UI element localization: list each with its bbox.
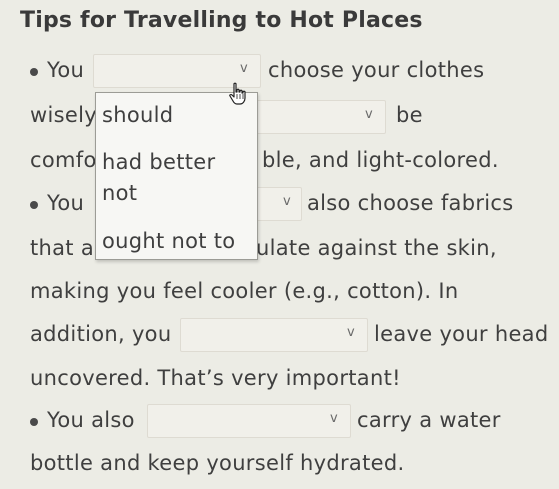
menu-option-ought-not-to[interactable]: ought not to (102, 229, 235, 253)
line7-prefix: addition, you (30, 322, 172, 346)
line1-prefix: You (47, 58, 85, 82)
line5-suffix: ulate against the skin, (256, 236, 497, 260)
line2-prefix: wisely (30, 103, 97, 127)
line3-suffix: ble, and light-colored. (262, 148, 499, 172)
line9-suffix: carry a water (357, 408, 501, 432)
line1-suffix: choose your clothes (268, 58, 485, 82)
dropdown-3[interactable]: v (256, 187, 302, 221)
line9-prefix: You also (47, 408, 135, 432)
line8: uncovered. That’s very important! (30, 366, 401, 390)
menu-option-not[interactable]: not (102, 181, 137, 205)
chevron-down-icon: v (240, 61, 248, 76)
page-title: Tips for Travelling to Hot Places (20, 8, 423, 33)
line10: bottle and keep yourself hydrated. (30, 451, 405, 475)
line7-suffix: leave your head (374, 322, 549, 346)
menu-option-should[interactable]: should (102, 103, 173, 127)
bullet-2 (30, 201, 38, 209)
chevron-down-icon: v (330, 411, 338, 426)
line2-suffix: be (396, 103, 423, 127)
dropdown-5[interactable]: v (147, 404, 351, 438)
bullet-1 (30, 68, 38, 76)
hand-pointer-icon (229, 82, 246, 105)
line5-prefix: that a (30, 236, 94, 260)
chevron-down-icon: v (365, 107, 373, 122)
menu-option-had-better[interactable]: had better (102, 150, 215, 174)
line6: making you feel cooler (e.g., cotton). I… (30, 279, 459, 303)
dropdown-4[interactable]: v (180, 318, 368, 352)
line4-prefix: You (47, 191, 85, 215)
dropdown-2[interactable]: v (256, 100, 386, 134)
line3-prefix: comfo (30, 148, 97, 172)
bullet-3 (30, 418, 38, 426)
chevron-down-icon: v (283, 194, 291, 209)
chevron-down-icon: v (347, 325, 355, 340)
worksheet-page: Tips for Travelling to Hot Places You v … (0, 0, 559, 489)
line4-suffix: also choose fabrics (307, 191, 514, 215)
dropdown-menu: should had better not ought not to (95, 92, 258, 260)
